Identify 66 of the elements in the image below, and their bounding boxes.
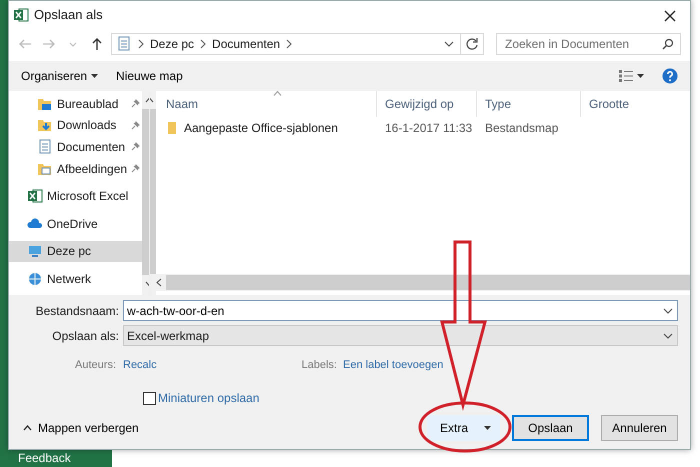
help-icon — [662, 68, 678, 84]
chevron-left-icon — [156, 278, 162, 287]
chevron-up-icon — [144, 97, 154, 103]
file-name-field[interactable]: w-ach-tw-oor-d-en — [127, 302, 662, 320]
sidebar-item[interactable]: Downloads — [9, 114, 142, 136]
view-list-icon — [619, 70, 633, 82]
excel-icon — [27, 188, 43, 204]
document-icon — [116, 36, 132, 52]
column-header[interactable]: Grootte — [581, 91, 641, 117]
downloads-folder-icon — [37, 117, 53, 134]
sidebar-item[interactable]: Netwerk — [9, 268, 142, 290]
breadcrumb-item[interactable]: Documenten — [212, 35, 280, 53]
back-arrow-icon — [18, 37, 32, 51]
chevron-right-icon — [285, 39, 294, 49]
up-arrow-icon — [90, 37, 104, 51]
help-button[interactable] — [662, 68, 678, 84]
checkbox[interactable] — [143, 392, 156, 404]
chevron-right-icon — [199, 39, 208, 49]
field-label: Bestandsnaam: — [34, 302, 120, 320]
field-label: Labels: — [300, 358, 338, 373]
address-bar[interactable]: Deze pc Documenten — [111, 33, 484, 55]
modified-date: 16-1-2017 11:33 — [384, 120, 474, 137]
sidebar-item[interactable]: OneDrive — [9, 212, 142, 235]
file-type-dropdown[interactable]: Excel-werkmap — [123, 325, 678, 346]
add-tag-link[interactable]: Een label toevoegen — [343, 356, 444, 374]
column-header[interactable]: Type — [477, 91, 581, 117]
sidebar-item[interactable]: Documenten — [9, 136, 142, 158]
horizontal-scrollbar[interactable] — [150, 274, 690, 291]
caret-icon — [484, 426, 491, 430]
close-icon — [664, 10, 676, 22]
sidebar-item[interactable]: Microsoft Excel — [9, 185, 142, 207]
field-label: Auteurs: — [74, 358, 117, 373]
chevron-up-icon — [23, 425, 32, 431]
cancel-button[interactable]: Annuleren — [601, 415, 678, 441]
folder-icon — [166, 121, 178, 135]
column-header[interactable]: Naam — [150, 91, 377, 117]
checkbox-label[interactable]: Miniaturen opslaan — [158, 389, 260, 407]
computer-icon — [27, 243, 43, 260]
new-folder-button[interactable]: Nieuwe map — [116, 67, 183, 85]
sort-ascending-icon — [273, 91, 282, 96]
window-title: Opslaan als — [34, 6, 103, 24]
file-type: Bestandsmap — [484, 120, 560, 137]
authors-link[interactable]: Recalc — [123, 356, 293, 374]
column-header[interactable]: Gewijzigd op — [377, 91, 477, 117]
search-box[interactable]: Zoeken in Documenten — [496, 33, 681, 55]
chevron-right-icon — [137, 39, 145, 49]
sidebar-item[interactable]: Deze pc — [9, 240, 142, 262]
search-icon — [662, 38, 674, 50]
network-icon — [27, 270, 43, 287]
caret-icon — [637, 74, 644, 78]
sidebar-item[interactable]: Bureaublad — [9, 93, 142, 115]
excel-icon — [13, 7, 29, 23]
view-options-button[interactable] — [619, 70, 644, 82]
file-name-combobox[interactable]: w-ach-tw-oor-d-en — [123, 300, 678, 321]
refresh-icon[interactable] — [465, 37, 479, 51]
forward-arrow-icon — [42, 37, 56, 51]
document-icon — [37, 138, 53, 155]
hide-folders-button[interactable]: Mappen verbergen — [17, 419, 139, 437]
organize-menu[interactable]: Organiseren — [21, 67, 98, 85]
save-button[interactable]: Opslaan — [512, 415, 589, 441]
tools-menu-button[interactable]: Extra — [427, 415, 500, 441]
field-label: Opslaan als: — [51, 328, 120, 344]
sidebar-item[interactable]: Afbeeldingen — [9, 158, 142, 180]
file-name[interactable]: Aangepaste Office-sjablonen — [184, 119, 338, 137]
breadcrumb-item[interactable]: Deze pc — [150, 35, 194, 53]
caret-icon — [91, 74, 98, 78]
